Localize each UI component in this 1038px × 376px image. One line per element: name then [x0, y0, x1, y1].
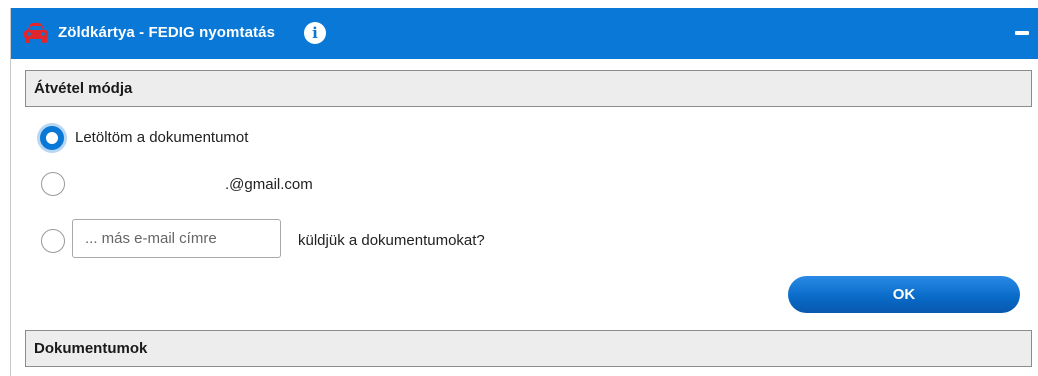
collapse-minus-icon[interactable]: [1015, 31, 1029, 35]
ok-button[interactable]: OK: [788, 276, 1020, 313]
other-email-option-label: küldjük a dokumentumokat?: [298, 232, 485, 249]
car-icon: [24, 23, 48, 43]
green-card-panel: Zöldkártya - FEDIG nyomtatás i Átvétel m…: [10, 8, 1038, 376]
radio-download-option[interactable]: [40, 126, 64, 150]
info-icon[interactable]: i: [304, 22, 326, 44]
other-email-input[interactable]: [72, 219, 281, 258]
panel-title: Zöldkártya - FEDIG nyomtatás: [58, 24, 276, 41]
radio-gmail-option[interactable]: [41, 172, 65, 196]
panel-titlebar: Zöldkártya - FEDIG nyomtatás i: [11, 8, 1038, 59]
section-header-delivery-mode: Átvétel módja: [25, 70, 1032, 107]
radio-other-email-option[interactable]: [41, 229, 65, 253]
gmail-option-label[interactable]: .@gmail.com: [225, 176, 313, 193]
download-option-label[interactable]: Letöltöm a dokumentumot: [75, 129, 248, 146]
section-header-documents: Dokumentumok: [25, 330, 1032, 367]
